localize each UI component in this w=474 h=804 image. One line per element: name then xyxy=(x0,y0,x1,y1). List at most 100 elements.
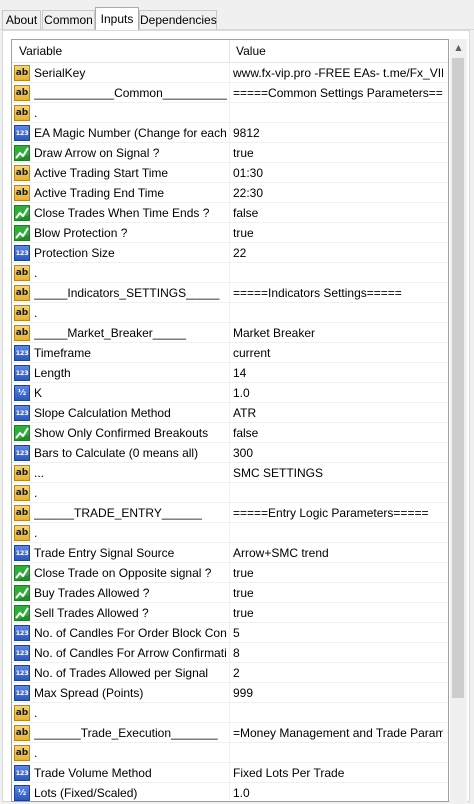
variable-value[interactable]: =====Indicators Settings===== xyxy=(233,283,443,303)
variable-value[interactable]: 1.0 xyxy=(233,383,443,403)
input-row[interactable]: ab Active Trading Start Time 01:30 xyxy=(12,163,448,183)
variable-value[interactable]: true xyxy=(233,143,443,163)
column-divider[interactable] xyxy=(229,40,230,62)
string-type-icon: ab xyxy=(14,525,30,541)
input-row[interactable]: Close Trades When Time Ends ? false xyxy=(12,203,448,223)
variable-value[interactable]: true xyxy=(233,223,443,243)
input-row[interactable]: ab. xyxy=(12,483,448,503)
input-row[interactable]: ab. xyxy=(12,703,448,723)
input-row[interactable]: 123 No. of Candles For Order Block Confir… xyxy=(12,623,448,643)
input-row[interactable]: 123 No. of Candles For Arrow Confirmation… xyxy=(12,643,448,663)
variable-value[interactable]: 22:30 xyxy=(233,183,443,203)
input-row[interactable]: 123 Trade Volume Method Fixed Lots Per Tra… xyxy=(12,763,448,783)
input-row[interactable]: 123 No. of Trades Allowed per Signal 2 xyxy=(12,663,448,683)
variable-name: Max Spread (Points) xyxy=(34,686,144,700)
variable-value[interactable]: true xyxy=(233,563,443,583)
input-row[interactable]: ab SerialKey www.fx-vip.pro -FREE EAs- t.m… xyxy=(12,63,448,83)
input-row[interactable]: 123 Max Spread (Points) 999 xyxy=(12,683,448,703)
input-row[interactable]: ab ______TRADE_ENTRY______ =====Entry Logi… xyxy=(12,503,448,523)
input-row[interactable]: ab. xyxy=(12,103,448,123)
cell-divider xyxy=(229,223,230,243)
tab-common[interactable]: Common xyxy=(42,10,95,29)
variable-value[interactable] xyxy=(233,523,443,543)
input-row[interactable]: ab _____Market_Breaker_____ Market Breaker xyxy=(12,323,448,343)
variable-value[interactable]: 5 xyxy=(233,623,443,643)
input-row[interactable]: Sell Trades Allowed ? true xyxy=(12,603,448,623)
input-row[interactable]: ab ____________Common____________ =====Com… xyxy=(12,83,448,103)
variable-value[interactable]: false xyxy=(233,423,443,443)
cell-divider xyxy=(229,363,230,383)
variable-value[interactable]: 1.0 xyxy=(233,783,443,801)
variable-column-header[interactable]: Variable xyxy=(19,40,62,62)
input-row[interactable]: 123 Length 14 xyxy=(12,363,448,383)
value-column-header[interactable]: Value xyxy=(236,40,266,62)
variable-name: Bars to Calculate (0 means all) xyxy=(34,446,199,460)
cell-divider xyxy=(229,743,230,763)
variable-value[interactable]: 999 xyxy=(233,683,443,703)
variable-name: Trade Entry Signal Source xyxy=(34,546,175,560)
input-row[interactable]: Blow Protection ? true xyxy=(12,223,448,243)
variable-value[interactable] xyxy=(233,743,443,763)
cell-divider xyxy=(229,303,230,323)
scroll-thumb[interactable] xyxy=(452,58,464,698)
input-row[interactable]: ab _____Indicators_SETTINGS_____ =====Indi… xyxy=(12,283,448,303)
variable-name: ______TRADE_ENTRY______ xyxy=(34,506,202,520)
input-row[interactable]: ab. xyxy=(12,303,448,323)
variable-name: SerialKey xyxy=(34,66,86,80)
input-row[interactable]: 123 Trade Entry Signal Source Arrow+SMC tr… xyxy=(12,543,448,563)
variable-value[interactable]: www.fx-vip.pro -FREE EAs- t.me/Fx_VIP xyxy=(233,63,443,83)
vertical-scrollbar[interactable]: ▲ xyxy=(450,39,467,802)
variable-value[interactable] xyxy=(233,303,443,323)
input-row[interactable]: ab. xyxy=(12,523,448,543)
input-row[interactable]: 123 Slope Calculation Method ATR xyxy=(12,403,448,423)
variable-value[interactable]: current xyxy=(233,343,443,363)
input-row[interactable]: 123 Timeframe current xyxy=(12,343,448,363)
variable-value[interactable]: Fixed Lots Per Trade xyxy=(233,763,443,783)
variable-value[interactable]: =====Entry Logic Parameters===== xyxy=(233,503,443,523)
variable-value[interactable]: 22 xyxy=(233,243,443,263)
variable-value[interactable] xyxy=(233,263,443,283)
input-row[interactable]: ab _______Trade_Execution_______ =Money Ma… xyxy=(12,723,448,743)
input-row[interactable]: Show Only Confirmed Breakouts false xyxy=(12,423,448,443)
variable-value[interactable]: Market Breaker xyxy=(233,323,443,343)
cell-divider xyxy=(229,103,230,123)
tab-dependencies[interactable]: Dependencies xyxy=(139,10,217,29)
variable-value[interactable]: 2 xyxy=(233,663,443,683)
input-row[interactable]: Buy Trades Allowed ? true xyxy=(12,583,448,603)
input-row[interactable]: ab. xyxy=(12,263,448,283)
input-row[interactable]: ab... SMC SETTINGS xyxy=(12,463,448,483)
scroll-up-arrow-icon[interactable]: ▲ xyxy=(450,39,467,56)
cell-divider xyxy=(229,723,230,743)
variable-value[interactable] xyxy=(233,103,443,123)
input-row[interactable]: 123 Protection Size 22 xyxy=(12,243,448,263)
variable-value[interactable]: 300 xyxy=(233,443,443,463)
variable-value[interactable]: 01:30 xyxy=(233,163,443,183)
tab-about[interactable]: About xyxy=(2,10,41,29)
variable-value[interactable]: false xyxy=(233,203,443,223)
integer-type-icon: 123 xyxy=(14,125,30,141)
cell-divider xyxy=(229,763,230,783)
variable-value[interactable]: 8 xyxy=(233,643,443,663)
variable-value[interactable]: SMC SETTINGS xyxy=(233,463,443,483)
variable-value[interactable] xyxy=(233,703,443,723)
input-row[interactable]: Draw Arrow on Signal ? true xyxy=(12,143,448,163)
variable-name: Slope Calculation Method xyxy=(34,406,171,420)
variable-value[interactable] xyxy=(233,483,443,503)
tab-inputs[interactable]: Inputs xyxy=(95,7,139,30)
variable-value[interactable]: 14 xyxy=(233,363,443,383)
variable-value[interactable]: =====Common Settings Parameters===== xyxy=(233,83,443,103)
input-row[interactable]: ½ K 1.0 xyxy=(12,383,448,403)
variable-value[interactable]: true xyxy=(233,603,443,623)
input-row[interactable]: ½ Lots (Fixed/Scaled) 1.0 xyxy=(12,783,448,801)
variable-value[interactable]: ATR xyxy=(233,403,443,423)
input-row[interactable]: ab. xyxy=(12,743,448,763)
cell-divider xyxy=(229,283,230,303)
input-row[interactable]: Close Trade on Opposite signal ? true xyxy=(12,563,448,583)
input-row[interactable]: 123 Bars to Calculate (0 means all) 300 xyxy=(12,443,448,463)
input-row[interactable]: ab Active Trading End Time 22:30 xyxy=(12,183,448,203)
variable-value[interactable]: true xyxy=(233,583,443,603)
variable-value[interactable]: Arrow+SMC trend xyxy=(233,543,443,563)
variable-value[interactable]: 9812 xyxy=(233,123,443,143)
variable-value[interactable]: =Money Management and Trade Paramet... xyxy=(233,723,443,743)
input-row[interactable]: 123 EA Magic Number (Change for each C...… xyxy=(12,123,448,143)
